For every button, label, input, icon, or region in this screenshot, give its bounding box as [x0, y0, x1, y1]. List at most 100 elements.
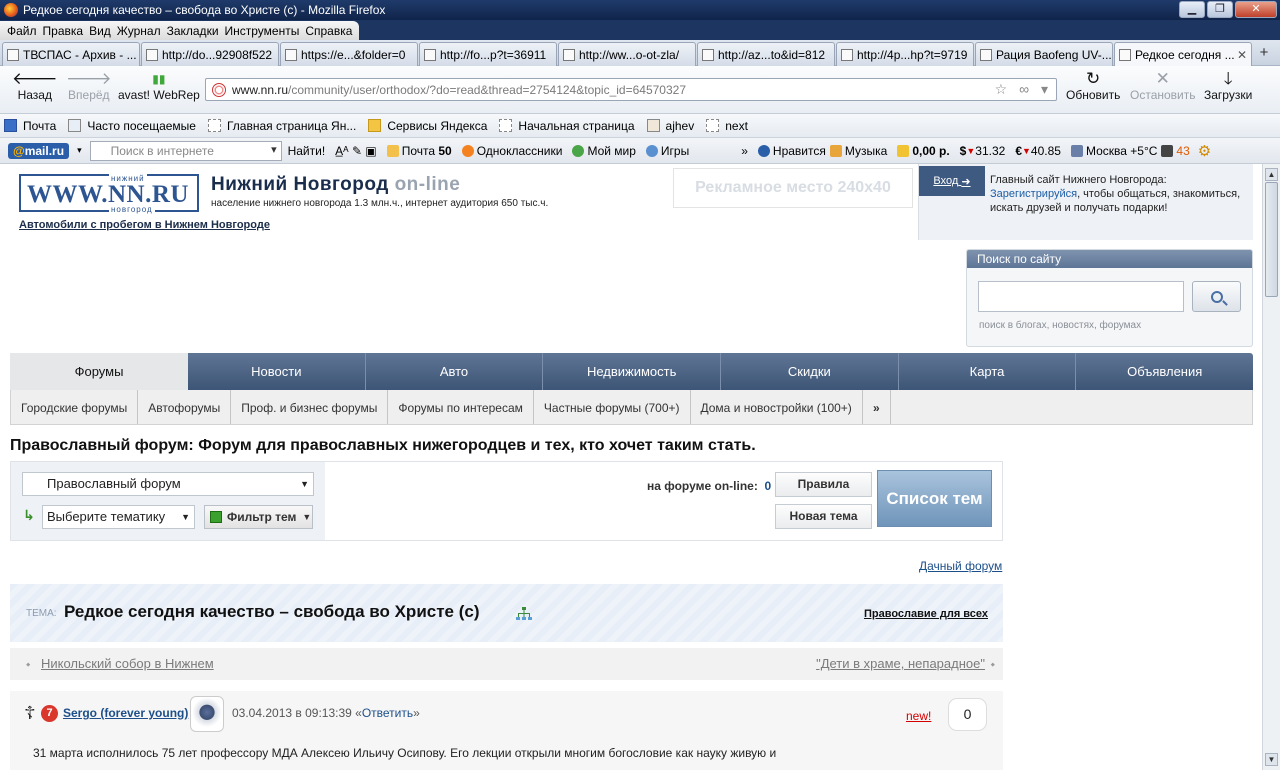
find-button[interactable]: Найти! [288, 144, 326, 158]
nav-news[interactable]: Новости [188, 353, 366, 390]
site-search-input[interactable] [978, 281, 1184, 312]
subnav-business-forums[interactable]: Проф. и бизнес форумы [231, 390, 389, 424]
subnav-housing-forums[interactable]: Дома и новостройки (100+) [691, 390, 863, 424]
bookmark-yandex-home[interactable]: Главная страница Ян... [207, 119, 356, 133]
topic-tree-icon[interactable] [516, 607, 532, 621]
menu-history[interactable]: Журнал [117, 24, 161, 38]
topic-category-link[interactable]: Православие для всех [864, 608, 988, 620]
dacha-forum-link[interactable]: Дачный форум [919, 559, 1002, 573]
tab-3[interactable]: https://e...&folder=0 [280, 42, 418, 66]
tab-2[interactable]: http://do...92908f522 [141, 42, 279, 66]
tab-8[interactable]: Рация Baofeng UV-... [975, 42, 1113, 66]
tab-active[interactable]: Редкое сегодня ... ✕ [1114, 42, 1252, 66]
register-link[interactable]: Зарегистрируйся [990, 188, 1077, 200]
bookmark-most-visited[interactable]: Часто посещаемые [68, 119, 196, 133]
toolbar-search-input[interactable]: Поиск в интернете ▾ [89, 140, 282, 161]
menu-bookmarks[interactable]: Закладки [167, 24, 219, 38]
bookmark-yandex-services[interactable]: Сервисы Яндекса [368, 119, 487, 133]
font-size-icon[interactable]: A̲ᴬ ✎ ▣ [335, 144, 377, 158]
tab-7[interactable]: http://4p...hp?t=9719 [836, 42, 974, 66]
tab-1[interactable]: ТВСПАС - Архив - ... [2, 42, 140, 66]
chevron-down-icon[interactable]: ▾ [271, 143, 277, 156]
settings-gear-icon[interactable]: ⚙ [1198, 142, 1211, 160]
bookmark-start-page[interactable]: Начальная страница [499, 119, 635, 133]
menu-edit[interactable]: Правка [43, 24, 84, 38]
toolbar-traffic[interactable]: 43 [1161, 144, 1190, 158]
online-count-link[interactable]: 0 [765, 479, 772, 493]
bookmark-star-icon[interactable]: ☆ ∞ ▾ [995, 81, 1052, 98]
url-path: /community/user/orthodox/?do=read&thread… [288, 82, 686, 97]
bookmark-next[interactable]: next [706, 119, 748, 133]
scroll-down-icon[interactable]: ▼ [1265, 753, 1278, 766]
new-tab-button[interactable]: + [1253, 42, 1275, 65]
forum-select[interactable]: Православный форум ▼ [22, 472, 314, 496]
next-topic-link[interactable]: "Дети в храме, непарадное" [816, 656, 985, 671]
topic-list-button[interactable]: Список тем [877, 470, 992, 527]
nav-auto[interactable]: Авто [366, 353, 544, 390]
ad-placeholder[interactable]: Рекламное место 240x40 [673, 168, 913, 208]
menu-help[interactable]: Справка [305, 24, 352, 38]
avast-button[interactable]: ▮▮ avast! WebRep [118, 70, 200, 102]
nav-realty[interactable]: Недвижимость [543, 353, 722, 390]
back-arrow-icon[interactable]: ↳ [23, 507, 35, 524]
toolbar-weather[interactable]: Москва +5°C [1070, 144, 1157, 158]
mailru-logo[interactable]: @mail.ru [8, 142, 70, 159]
overflow-chevron-icon[interactable]: » [741, 144, 748, 158]
login-button[interactable]: Вход ➜ [919, 166, 985, 196]
stop-button[interactable]: ✕ Остановить [1130, 70, 1196, 103]
toolbar-games[interactable]: Игры [645, 144, 689, 158]
site-logo[interactable]: нижний WWW.NN.RU новгород [19, 174, 199, 214]
toolbar-money[interactable]: 0,00 р. [897, 144, 950, 158]
bookmark-ajhev[interactable]: ajhev [646, 119, 694, 133]
url-bar[interactable]: www.nn.ru/community/user/orthodox/?do=re… [205, 78, 1057, 101]
subnav-interest-forums[interactable]: Форумы по интересам [388, 390, 534, 424]
scroll-up-icon[interactable]: ▲ [1265, 168, 1278, 181]
site-search-button[interactable] [1192, 281, 1241, 312]
topic-category-select[interactable]: Выберите тематику ▼ [42, 505, 195, 529]
menu-view[interactable]: Вид [89, 24, 111, 38]
toolbar-music[interactable]: Музыка [829, 144, 887, 158]
chevron-down-icon[interactable]: ▾ [77, 145, 82, 156]
post-author-link[interactable]: Sergo (forever young) [63, 706, 188, 720]
tab-4[interactable]: http://fo...p?t=36911 [419, 42, 557, 66]
prev-topic-link[interactable]: Никольский собор в Нижнем [41, 656, 214, 671]
nav-map[interactable]: Карта [899, 353, 1077, 390]
toolbar-myworld[interactable]: Мой мир [572, 144, 636, 158]
new-topic-button[interactable]: Новая тема [775, 504, 872, 529]
subnav-city-forums[interactable]: Городские форумы [11, 390, 139, 424]
toolbar-usd[interactable]: $ ▼ 31.32 [960, 144, 1006, 158]
reload-button[interactable]: ↻ Обновить [1066, 70, 1120, 103]
new-badge[interactable]: new! [906, 709, 931, 723]
nav-ads[interactable]: Объявления [1076, 353, 1253, 390]
used-cars-link[interactable]: Автомобили с пробегом в Нижнем Новгороде [19, 219, 270, 231]
subnav-private-forums[interactable]: Частные форумы (700+) [534, 390, 691, 424]
toolbar-like[interactable]: Нравится [757, 144, 826, 158]
forward-button[interactable]: 🡒 Вперёд [66, 70, 112, 103]
reply-link[interactable]: Ответить [362, 706, 413, 720]
tab-5[interactable]: http://ww...o-ot-zla/ [558, 42, 696, 66]
menu-tools[interactable]: Инструменты [225, 24, 300, 38]
maximize-button[interactable]: ❐ [1207, 1, 1233, 18]
subnav-more-icon[interactable]: » [863, 390, 891, 424]
page-scrollbar[interactable]: ▲ ▼ [1262, 164, 1280, 770]
menu-file[interactable]: Файл [7, 24, 37, 38]
downloads-button[interactable]: 🡓 Загрузки [1204, 70, 1252, 103]
rules-button[interactable]: Правила [775, 472, 872, 497]
nav-forums[interactable]: Форумы [10, 353, 188, 390]
tab-close-icon[interactable]: ✕ [1237, 48, 1247, 62]
minimize-button[interactable]: ▁ [1179, 1, 1205, 18]
post-rating-count[interactable]: 0 [948, 698, 987, 731]
nav-discounts[interactable]: Скидки [721, 353, 899, 390]
subnav-auto-forums[interactable]: Автофорумы [138, 390, 232, 424]
scroll-thumb[interactable] [1265, 182, 1278, 297]
tab-6[interactable]: http://az...to&id=812 [697, 42, 835, 66]
toolbar-eur[interactable]: € ▼ 40.85 [1015, 144, 1061, 158]
toolbar-odnoklassniki[interactable]: Одноклассники [461, 144, 562, 158]
back-button[interactable]: 🡐 Назад [12, 70, 58, 103]
bookmark-mail[interactable]: Почта [4, 119, 56, 133]
eur-value: 40.85 [1030, 143, 1061, 158]
close-button[interactable]: ✕ [1235, 1, 1277, 18]
toolbar-mail[interactable]: Почта 50 [386, 144, 452, 158]
avatar[interactable] [190, 696, 224, 732]
filter-topics-button[interactable]: Фильтр тем ▼ [204, 505, 313, 529]
